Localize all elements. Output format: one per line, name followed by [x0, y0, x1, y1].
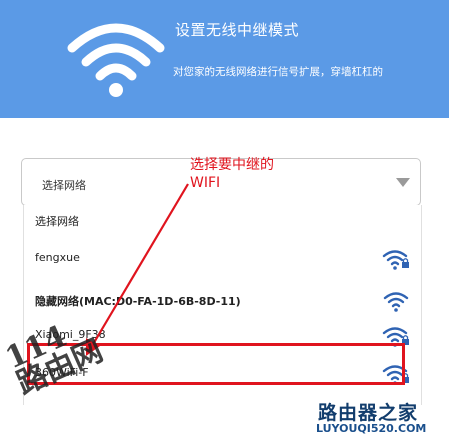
watermark-right-url: LUYOUQI520.COM [316, 422, 427, 435]
option-label: fengxue [35, 251, 80, 264]
header-banner: 设置无线中继模式 对您家的无线网络进行信号扩展，穿墙杠杠的 [0, 0, 449, 118]
wifi-lock-icon [382, 250, 409, 270]
wifi-icon [383, 292, 409, 312]
watermark-right-title: 路由器之家 [318, 402, 419, 424]
wifi-icon [67, 23, 165, 97]
option-label: 选择网络 [35, 215, 79, 228]
annotation-line-2: WIFI [190, 175, 221, 191]
caret-down-icon[interactable] [396, 178, 410, 187]
dropdown-option-placeholder[interactable]: 选择网络 [24, 205, 421, 235]
annotation-line-1: 选择要中继的 [190, 157, 274, 173]
page-description: 对您家的无线网络进行信号扩展，穿墙杠杠的 [173, 66, 383, 78]
page-title: 设置无线中继模式 [175, 21, 300, 39]
option-label: 隐藏网络(MAC:D0-FA-1D-6B-8D-11) [35, 295, 241, 308]
dropdown-option-fengxue[interactable]: fengxue [24, 243, 421, 273]
annotation-text: 选择要中继的 WIFI [190, 156, 274, 192]
network-select-label: 选择网络 [42, 179, 86, 192]
